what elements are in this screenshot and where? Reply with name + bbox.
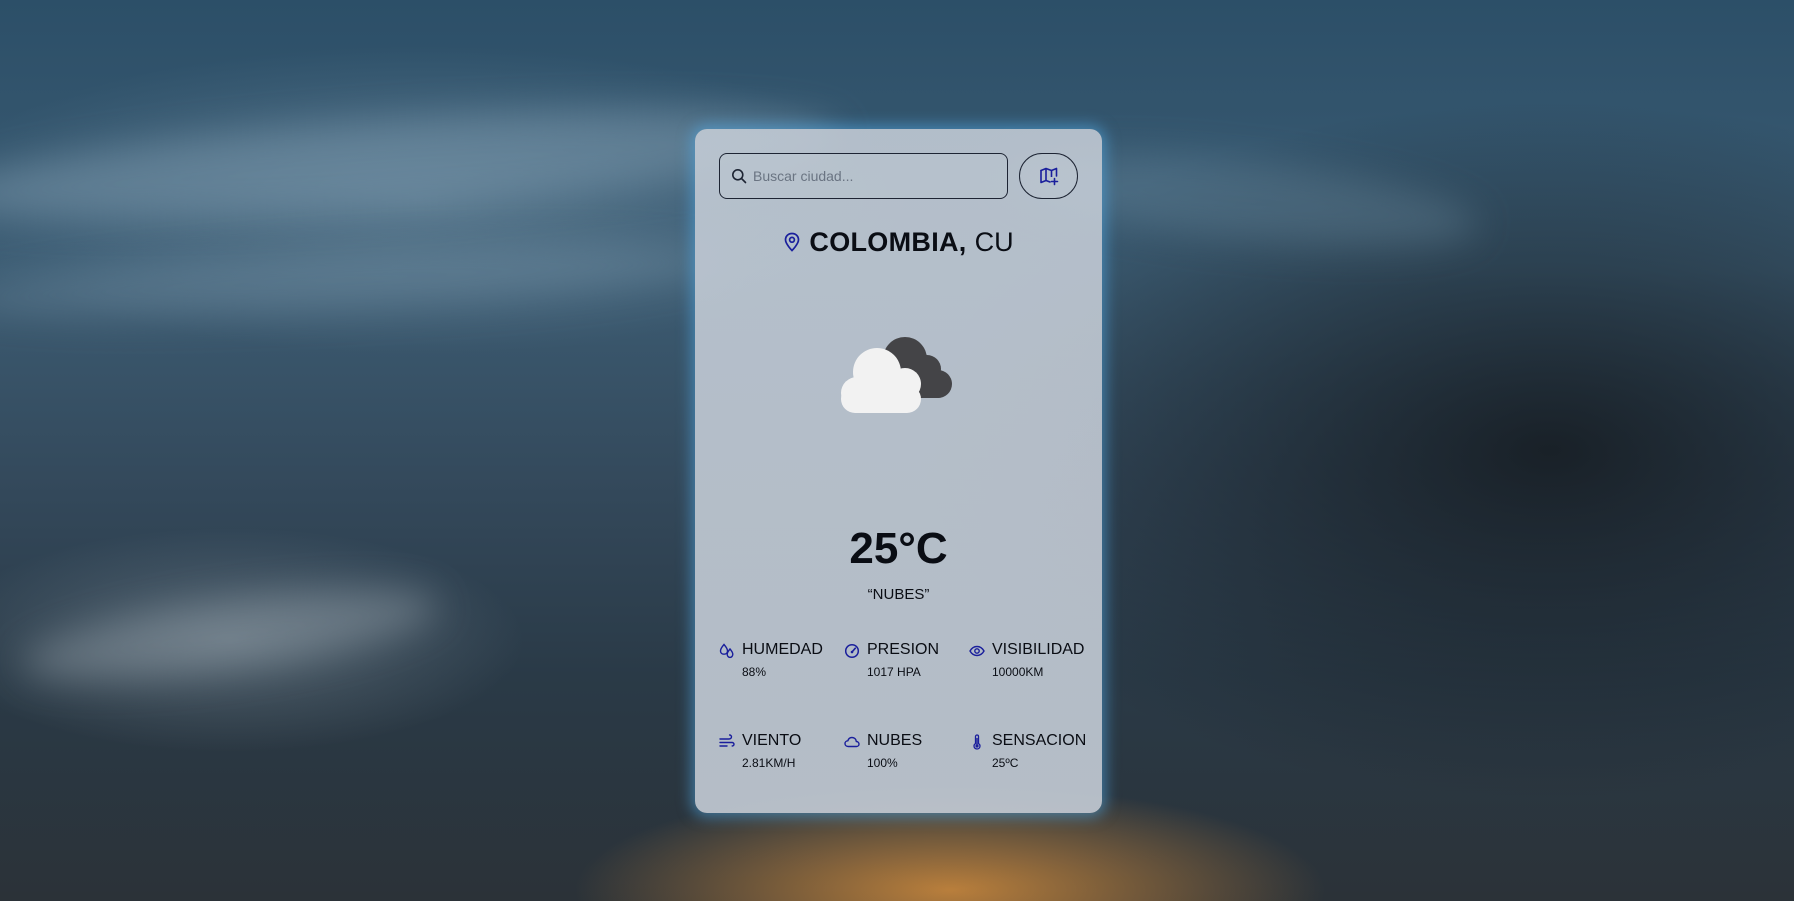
city-name: COLOMBIA, bbox=[809, 226, 967, 257]
stat-wind: VIENTO 2.81KM/H bbox=[719, 732, 844, 782]
weather-card: COLOMBIA, CU 25°C “NUBES” bbox=[695, 129, 1102, 813]
stat-value: 10000KM bbox=[992, 665, 1044, 679]
thermometer-icon bbox=[969, 734, 985, 750]
map-button[interactable] bbox=[1019, 153, 1078, 199]
stat-value: 25ºC bbox=[992, 756, 1019, 770]
map-pin-icon bbox=[783, 232, 801, 252]
cloud-icon bbox=[844, 734, 860, 750]
cloud-streak bbox=[17, 571, 443, 699]
country-code: CU bbox=[974, 226, 1014, 257]
stat-label: VIENTO bbox=[742, 732, 802, 749]
temperature: 25°C bbox=[849, 524, 948, 573]
search-row bbox=[719, 153, 1078, 199]
stat-value: 100% bbox=[867, 756, 898, 770]
stat-label: PRESION bbox=[867, 641, 940, 658]
stat-label: SENSACION bbox=[992, 732, 1087, 749]
weather-description: “NUBES” bbox=[867, 586, 930, 603]
wind-icon bbox=[719, 734, 735, 750]
stat-label: VISIBILIDAD bbox=[992, 641, 1085, 658]
cloud-streak bbox=[0, 230, 722, 330]
stat-value: 88% bbox=[742, 665, 767, 679]
stat-value: 2.81KM/H bbox=[742, 756, 796, 770]
stat-label: NUBES bbox=[867, 732, 923, 749]
humidity-icon bbox=[719, 643, 735, 659]
stat-pressure: PRESION 1017 HPA bbox=[844, 641, 969, 691]
gauge-icon bbox=[844, 643, 860, 659]
search-box[interactable] bbox=[719, 153, 1008, 199]
stat-clouds: NUBES 100% bbox=[844, 732, 969, 782]
stat-value: 1017 HPA bbox=[867, 665, 921, 679]
map-plus-icon bbox=[1039, 166, 1059, 186]
stat-label: HUMEDAD bbox=[742, 641, 823, 658]
stat-humidity: HUMEDAD 88% bbox=[719, 641, 844, 691]
location-heading: COLOMBIA, CU bbox=[719, 225, 1078, 259]
stat-visibility: VISIBILIDAD 10000KM bbox=[969, 641, 1094, 691]
stat-feels-like: SENSACION 25ºC bbox=[969, 732, 1094, 782]
eye-icon bbox=[969, 643, 985, 659]
search-icon bbox=[731, 168, 747, 184]
partly-cloudy-icon bbox=[825, 319, 975, 429]
search-input[interactable] bbox=[751, 167, 985, 185]
